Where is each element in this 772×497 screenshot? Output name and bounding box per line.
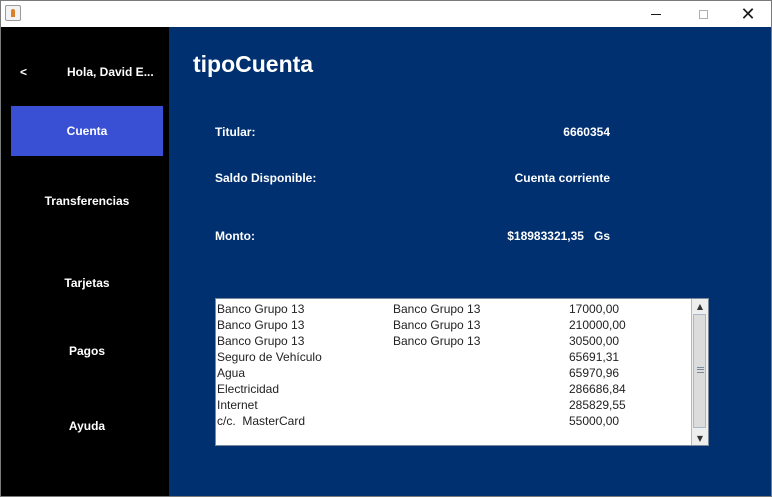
main-panel: tipoCuenta Titular: 6660354 Saldo Dispon… (169, 27, 771, 496)
sidebar-item-tarjetas[interactable]: Tarjetas (11, 258, 163, 308)
transactions-rows: Banco Grupo 13 Banco Grupo 13 17000,00 B… (217, 302, 691, 430)
transaction-amount: 65691,31 (569, 350, 620, 364)
sidebar-item-transferencias[interactable]: Transferencias (11, 176, 163, 226)
grip-icon (697, 367, 704, 373)
sidebar-item-label: Ayuda (68, 419, 106, 433)
app-window: ✕ < Hola, David E... Cuenta Transferenci… (0, 0, 772, 497)
close-button[interactable]: ✕ (725, 1, 771, 27)
scroll-up-arrow-icon[interactable]: ▲ (692, 299, 708, 313)
maximize-icon (698, 9, 708, 19)
list-item[interactable]: Electricidad 286686,84 (217, 382, 691, 398)
list-item[interactable]: Banco Grupo 13 Banco Grupo 13 30500,00 (217, 334, 691, 350)
transaction-description: Internet (217, 398, 258, 412)
list-item[interactable]: Seguro de Vehículo 65691,31 (217, 350, 691, 366)
transaction-amount: 286686,84 (569, 382, 626, 396)
titular-label: Titular: (215, 125, 256, 139)
transaction-destination: Banco Grupo 13 (393, 334, 481, 348)
list-item[interactable]: Banco Grupo 13 Banco Grupo 13 210000,00 (217, 318, 691, 334)
back-button[interactable]: < (20, 65, 27, 79)
sidebar-item-cuenta[interactable]: Cuenta (11, 106, 163, 156)
sidebar-item-label: Tarjetas (64, 276, 110, 290)
transaction-amount: 210000,00 (569, 318, 626, 332)
transaction-description: Banco Grupo 13 (217, 334, 305, 348)
minimize-button[interactable] (633, 1, 679, 27)
java-cup-icon (5, 5, 21, 21)
transactions-list[interactable]: Banco Grupo 13 Banco Grupo 13 17000,00 B… (215, 298, 709, 446)
list-item[interactable]: Banco Grupo 13 Banco Grupo 13 17000,00 (217, 302, 691, 318)
list-item[interactable]: Agua 65970,96 (217, 366, 691, 382)
transaction-amount: 17000,00 (569, 302, 620, 316)
transaction-destination: Banco Grupo 13 (393, 302, 481, 316)
sidebar: < Hola, David E... Cuenta Transferencias… (1, 27, 169, 496)
list-item[interactable]: c/c. MasterCard 55000,00 (217, 414, 691, 430)
vertical-scrollbar[interactable]: ▲ ▼ (691, 299, 708, 445)
transaction-description: Banco Grupo 13 (217, 318, 305, 332)
titular-value: 6660354 (563, 125, 610, 139)
monto-label: Monto: (215, 229, 255, 243)
monto-value: $18983321,35 Gs (507, 229, 610, 243)
page-title: tipoCuenta (193, 51, 314, 77)
sidebar-item-label: Pagos (68, 344, 105, 358)
transaction-description: Banco Grupo 13 (217, 302, 305, 316)
user-greeting: Hola, David E... (67, 65, 154, 79)
transaction-amount: 65970,96 (569, 366, 620, 380)
sidebar-item-ayuda[interactable]: Ayuda (11, 401, 163, 451)
saldo-label: Saldo Disponible: (215, 171, 317, 185)
minimize-icon (651, 13, 661, 15)
close-icon: ✕ (740, 3, 756, 25)
transaction-description: Seguro de Vehículo (217, 350, 322, 364)
transaction-destination: Banco Grupo 13 (393, 318, 481, 332)
transaction-amount: 285829,55 (569, 398, 626, 412)
scrollbar-thumb[interactable] (693, 314, 706, 428)
transaction-description: c/c. MasterCard (217, 414, 306, 428)
transaction-description: Electricidad (217, 382, 280, 396)
sidebar-item-label: Cuenta (66, 124, 108, 138)
maximize-button[interactable] (680, 1, 726, 27)
sidebar-item-label: Transferencias (44, 194, 130, 208)
transaction-description: Agua (217, 366, 246, 380)
list-item[interactable]: Internet 285829,55 (217, 398, 691, 414)
transaction-amount: 55000,00 (569, 414, 620, 428)
saldo-value: Cuenta corriente (514, 171, 610, 185)
sidebar-item-pagos[interactable]: Pagos (11, 326, 163, 376)
title-bar: ✕ (1, 1, 771, 27)
transaction-amount: 30500,00 (569, 334, 620, 348)
scroll-down-arrow-icon[interactable]: ▼ (692, 431, 708, 445)
